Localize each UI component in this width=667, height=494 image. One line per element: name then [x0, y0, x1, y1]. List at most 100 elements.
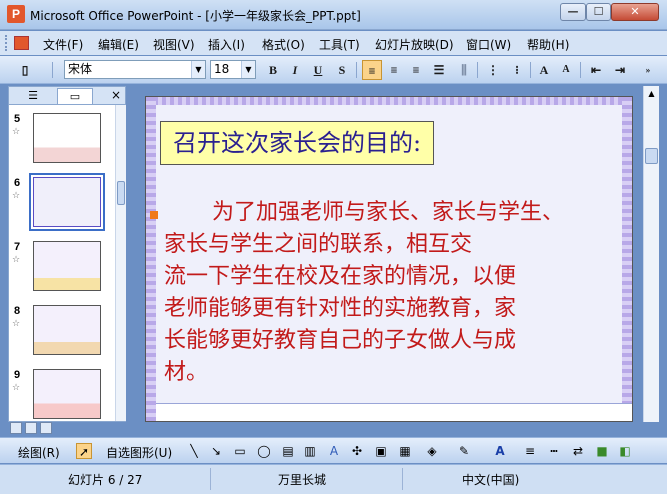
close-icon[interactable]: × — [111, 88, 121, 102]
align-right-icon[interactable]: ≡ — [407, 60, 425, 80]
drawing-toolbar: 绘图(R) ➚ 自选图形(U) ╲ ↘ ▭ ◯ ▤ ▥ A ✣ ▣ ▦ ◈ ✎ … — [0, 437, 667, 463]
textbox-icon[interactable]: ▤ — [280, 443, 296, 459]
fill-color-icon[interactable]: ◈ — [424, 443, 440, 459]
slide-thumbnail[interactable] — [33, 305, 101, 355]
font-name-combo[interactable]: 宋体 ▼ — [64, 60, 206, 79]
menu-window[interactable]: 窗口(W) — [466, 36, 511, 53]
slide-body-text[interactable]: 为了加强老师与家长、家长与学生、 家长与学生之间的联系，相互交 流一下学生在校及… — [164, 197, 594, 389]
normal-view-icon[interactable] — [10, 422, 22, 434]
thumbnails-scrollbar[interactable] — [115, 105, 126, 421]
slide-thumbnail[interactable] — [33, 369, 101, 419]
rectangle-icon[interactable]: ▭ — [232, 443, 248, 459]
scrollbar-thumb[interactable] — [117, 181, 125, 205]
slide-thumb-row[interactable]: 6 ☆ — [9, 173, 115, 237]
body-line: 老师能够更有针对性的实施教育，家 — [164, 296, 517, 321]
grow-font-button[interactable]: A — [535, 60, 553, 80]
scrollbar-thumb[interactable] — [645, 148, 658, 164]
body-line: 长能够更好教育自己的子女做人与成 — [164, 328, 517, 353]
scroll-up-icon[interactable]: ▲ — [644, 86, 659, 102]
slide-thumb-row[interactable]: 5 ☆ — [9, 113, 115, 173]
picture-icon[interactable]: ▦ — [397, 443, 413, 459]
vertical-textbox-icon[interactable]: ▥ — [302, 443, 318, 459]
line-icon[interactable]: ╲ — [186, 443, 202, 459]
slide-scrollbar[interactable]: ▲ — [643, 86, 659, 422]
font-color-icon[interactable]: A — [492, 443, 508, 459]
text-direction-icon[interactable]: ⫼ — [455, 60, 473, 80]
line-color-icon[interactable]: ✎ — [456, 443, 472, 459]
slide-decor-border — [146, 97, 632, 105]
menu-slideshow[interactable]: 幻灯片放映(D) — [375, 36, 454, 53]
slide-thumb-row[interactable]: 8 ☆ — [9, 305, 115, 365]
3d-style-icon[interactable]: ◧ — [617, 443, 633, 459]
font-size-combo[interactable]: 18 ▼ — [210, 60, 256, 79]
slide-thumb-row[interactable]: 7 ☆ — [9, 241, 115, 301]
view-buttons — [8, 422, 126, 436]
dash-style-icon[interactable]: ┅ — [546, 443, 562, 459]
shadow-style-icon[interactable]: ■ — [594, 443, 610, 459]
slide-thumbnail[interactable] — [33, 241, 101, 291]
bullets-icon[interactable]: ⁝ — [508, 60, 526, 80]
document-icon[interactable] — [14, 36, 29, 50]
align-left-icon[interactable]: ≡ — [362, 60, 382, 80]
menu-help[interactable]: 帮助(H) — [527, 36, 569, 53]
transition-star-icon: ☆ — [12, 383, 21, 393]
maximize-button[interactable]: ☐ — [586, 3, 611, 21]
slide-number: 6 — [14, 177, 21, 189]
transition-star-icon: ☆ — [12, 255, 21, 265]
shadow-button[interactable]: S — [333, 60, 351, 80]
numbering-icon[interactable]: ⋮ — [484, 60, 502, 80]
slideshow-view-icon[interactable] — [40, 422, 52, 434]
minimize-button[interactable]: — — [560, 3, 586, 21]
toolbar-options-icon[interactable]: » — [640, 60, 656, 80]
new-document-icon[interactable]: ▯ — [16, 60, 34, 80]
slide-footer-area — [156, 403, 632, 421]
draw-menu-button[interactable]: 绘图(R) — [18, 444, 60, 461]
menu-format[interactable]: 格式(O) — [262, 36, 305, 53]
window-title: Microsoft Office PowerPoint - [小学一年级家长会_… — [30, 9, 361, 23]
oval-icon[interactable]: ◯ — [256, 443, 272, 459]
shrink-font-button[interactable]: A — [558, 60, 574, 80]
font-name-value: 宋体 — [68, 62, 93, 76]
menu-view[interactable]: 视图(V) — [153, 36, 195, 53]
menu-tools[interactable]: 工具(T) — [319, 36, 360, 53]
slide-title[interactable]: 召开这次家长会的目的: — [160, 121, 435, 165]
italic-button[interactable]: I — [286, 60, 304, 80]
powerpoint-app-icon[interactable]: P — [7, 5, 25, 23]
wordart-icon[interactable]: A — [326, 443, 342, 459]
slide-decor-border — [146, 97, 156, 421]
close-button[interactable]: ✕ — [611, 3, 659, 21]
arrow-icon[interactable]: ↘ — [208, 443, 224, 459]
menu-insert[interactable]: 插入(I) — [208, 36, 245, 53]
select-pointer-icon[interactable]: ➚ — [76, 443, 92, 459]
menu-edit[interactable]: 编辑(E) — [98, 36, 139, 53]
bold-button[interactable]: B — [264, 60, 282, 80]
clipart-icon[interactable]: ▣ — [373, 443, 389, 459]
slide-number: 9 — [14, 369, 21, 381]
align-center-icon[interactable]: ≡ — [385, 60, 403, 80]
slide-thumbnail[interactable] — [33, 113, 101, 163]
underline-button[interactable]: U — [309, 60, 327, 80]
slide-position: 幻灯片 6 / 27 — [68, 473, 143, 487]
chevron-down-icon[interactable]: ▼ — [241, 61, 255, 78]
arrow-style-icon[interactable]: ⇄ — [570, 443, 586, 459]
slide-sorter-icon[interactable] — [25, 422, 37, 434]
menu-file[interactable]: 文件(F) — [43, 36, 83, 53]
decrease-indent-icon[interactable]: ⇤ — [587, 60, 605, 80]
transition-star-icon: ☆ — [12, 319, 21, 329]
slide-thumb-row[interactable]: 9 ☆ — [9, 369, 115, 421]
distribute-icon[interactable]: ☰ — [430, 60, 448, 80]
tab-outline[interactable]: ☰ — [15, 88, 51, 104]
line-style-icon[interactable]: ≡ — [522, 443, 538, 459]
autoshapes-button[interactable]: 自选图形(U) — [106, 444, 172, 461]
slides-pane: ☰ ▭ × 5 ☆ 6 ☆ 7 ☆ 8 ☆ 9 ☆ — [8, 86, 126, 422]
tab-slides[interactable]: ▭ — [57, 88, 93, 104]
chevron-down-icon[interactable]: ▼ — [191, 61, 205, 78]
body-line: 流一下学生在校及在家的情况，以便 — [164, 264, 517, 289]
diagram-icon[interactable]: ✣ — [349, 443, 365, 459]
current-slide[interactable]: 召开这次家长会的目的: 为了加强老师与家长、家长与学生、 家长与学生之间的联系，… — [145, 96, 633, 422]
increase-indent-icon[interactable]: ⇥ — [611, 60, 629, 80]
font-size-value: 18 — [214, 62, 230, 76]
design-name: 万里长城 — [278, 473, 327, 487]
slide-thumbnail-selected[interactable] — [29, 173, 105, 231]
toolbar-grip[interactable] — [5, 35, 8, 51]
